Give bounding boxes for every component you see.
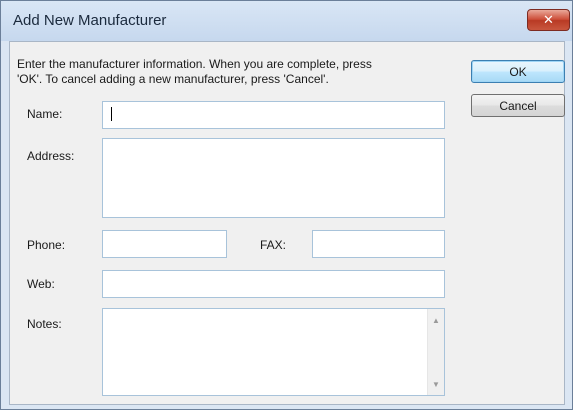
name-label: Name: [27,107,63,121]
phone-field[interactable] [102,230,227,258]
cancel-button-label: Cancel [499,98,537,113]
close-icon: ✕ [543,12,554,27]
dialog-window: Add New Manufacturer ✕ Enter the manufac… [0,0,573,410]
cancel-button[interactable]: Cancel [471,94,565,117]
address-field[interactable] [102,138,445,218]
notes-field[interactable] [103,309,428,395]
name-field[interactable] [102,101,445,129]
text-caret [111,107,112,121]
notes-label: Notes: [27,317,62,331]
web-field[interactable] [102,270,445,298]
phone-label: Phone: [27,238,66,252]
notes-scrollbar[interactable]: ▲ ▼ [427,309,444,395]
fax-field[interactable] [312,230,445,258]
window-title: Add New Manufacturer [13,12,167,29]
notes-container: ▲ ▼ [102,308,445,396]
fax-label: FAX: [260,238,287,252]
instructions-text: Enter the manufacturer information. When… [17,57,372,86]
title-bar[interactable]: Add New Manufacturer ✕ [1,1,572,41]
close-button[interactable]: ✕ [527,9,570,31]
scroll-up-icon[interactable]: ▲ [428,312,444,328]
ok-button[interactable]: OK [471,60,565,83]
address-label: Address: [27,149,75,163]
scroll-down-icon[interactable]: ▼ [428,376,444,392]
web-label: Web: [27,277,55,291]
ok-button-label: OK [509,64,527,79]
